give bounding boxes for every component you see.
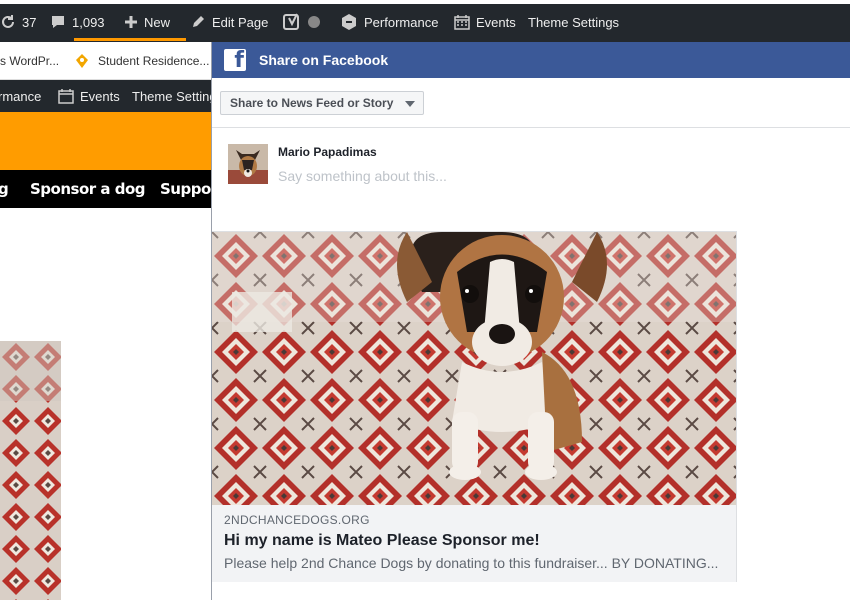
- page-photo: [0, 341, 61, 600]
- site-performance-menu[interactable]: rmance: [0, 80, 41, 112]
- performance-icon: [340, 13, 358, 31]
- location-pin-icon: [74, 53, 90, 69]
- nav-item[interactable]: g: [0, 170, 9, 208]
- nav-item-label: Sponsor a dog: [30, 180, 146, 198]
- comments-count: 1,093: [72, 14, 105, 30]
- bookmarks-bar: s WordPr... Student Residence...: [0, 42, 212, 80]
- audience-select[interactable]: Share to News Feed or Story: [220, 91, 425, 115]
- events-label: Events: [476, 14, 516, 30]
- site-theme-settings-menu[interactable]: Theme Setting: [132, 80, 212, 112]
- yoast-icon: [283, 13, 301, 31]
- link-preview-title: Hi my name is Mateo Please Sponsor me!: [224, 532, 540, 549]
- user-name: Mario Papadimas: [278, 145, 377, 159]
- site-performance-label: rmance: [0, 88, 42, 104]
- caret-down-icon: [405, 101, 416, 107]
- link-preview-meta: 2NDCHANCEDOGS.ORG Hi my name is Mateo Pl…: [212, 505, 736, 582]
- updates-menu[interactable]: 37: [0, 4, 36, 40]
- site-events-label: Events: [80, 88, 120, 104]
- bookmark-item[interactable]: Student Residence...: [74, 42, 209, 80]
- nav-item-sponsor[interactable]: Sponsor a dog: [30, 170, 146, 208]
- audience-select-value: Share to News Feed or Story: [230, 96, 394, 110]
- wp-admin-bar: 37 1,093 New Edit Page Performance Event…: [0, 0, 850, 42]
- site-theme-settings-label: Theme Setting: [132, 88, 212, 104]
- share-dialog-header: f Share on Facebook: [212, 42, 850, 78]
- nav-item-support[interactable]: Suppor: [160, 170, 212, 208]
- bookmark-label: Student Residence...: [98, 54, 210, 68]
- avatar: [228, 144, 268, 184]
- performance-label: Performance: [364, 14, 439, 30]
- share-options-bar: Share to News Feed or Story: [212, 78, 850, 128]
- status-dot-icon: [307, 15, 321, 29]
- refresh-icon: [0, 14, 16, 30]
- facebook-logo-icon: f: [224, 49, 246, 71]
- site-header-band: [0, 112, 212, 170]
- site-admin-bar: rmance Events Theme Setting: [0, 80, 212, 112]
- message-input[interactable]: [278, 168, 678, 184]
- link-preview-image: [212, 232, 736, 505]
- calendar-icon: [454, 14, 470, 30]
- site-navigation: g Sponsor a dog Suppor: [0, 170, 212, 208]
- theme-settings-label: Theme Settings: [528, 14, 620, 30]
- updates-count: 37: [22, 14, 37, 30]
- edit-page-link[interactable]: Edit Page: [190, 4, 268, 40]
- events-menu[interactable]: Events: [454, 4, 516, 40]
- link-preview-description: Please help 2nd Chance Dogs by donating …: [224, 555, 719, 571]
- pencil-icon: [190, 14, 206, 30]
- facebook-share-dialog: f Share on Facebook Share to News Feed o…: [211, 42, 850, 600]
- bookmark-label: s WordPr...: [0, 54, 60, 68]
- nav-item-label: Suppor: [160, 180, 212, 198]
- nav-item-label: g: [0, 180, 9, 198]
- comment-icon: [50, 14, 66, 30]
- performance-menu[interactable]: Performance: [340, 4, 438, 40]
- screen: 37 1,093 New Edit Page Performance Event…: [0, 0, 850, 600]
- comments-menu[interactable]: 1,093: [50, 4, 105, 40]
- seo-menu[interactable]: [283, 4, 327, 40]
- calendar-icon: [58, 88, 74, 104]
- post-composer: Mario Papadimas: [212, 128, 850, 230]
- edit-page-label: Edit Page: [212, 14, 269, 30]
- link-preview-card[interactable]: 2NDCHANCEDOGS.ORG Hi my name is Mateo Pl…: [212, 231, 737, 582]
- link-preview-domain: 2NDCHANCEDOGS.ORG: [224, 513, 370, 527]
- site-events-menu[interactable]: Events: [58, 80, 120, 112]
- plus-icon: [124, 15, 138, 29]
- share-dialog-title: Share on Facebook: [259, 52, 389, 68]
- new-label: New: [144, 14, 171, 30]
- theme-settings-menu[interactable]: Theme Settings: [528, 4, 619, 40]
- bookmark-item[interactable]: s WordPr...: [0, 42, 59, 80]
- new-content-menu[interactable]: New: [124, 4, 170, 40]
